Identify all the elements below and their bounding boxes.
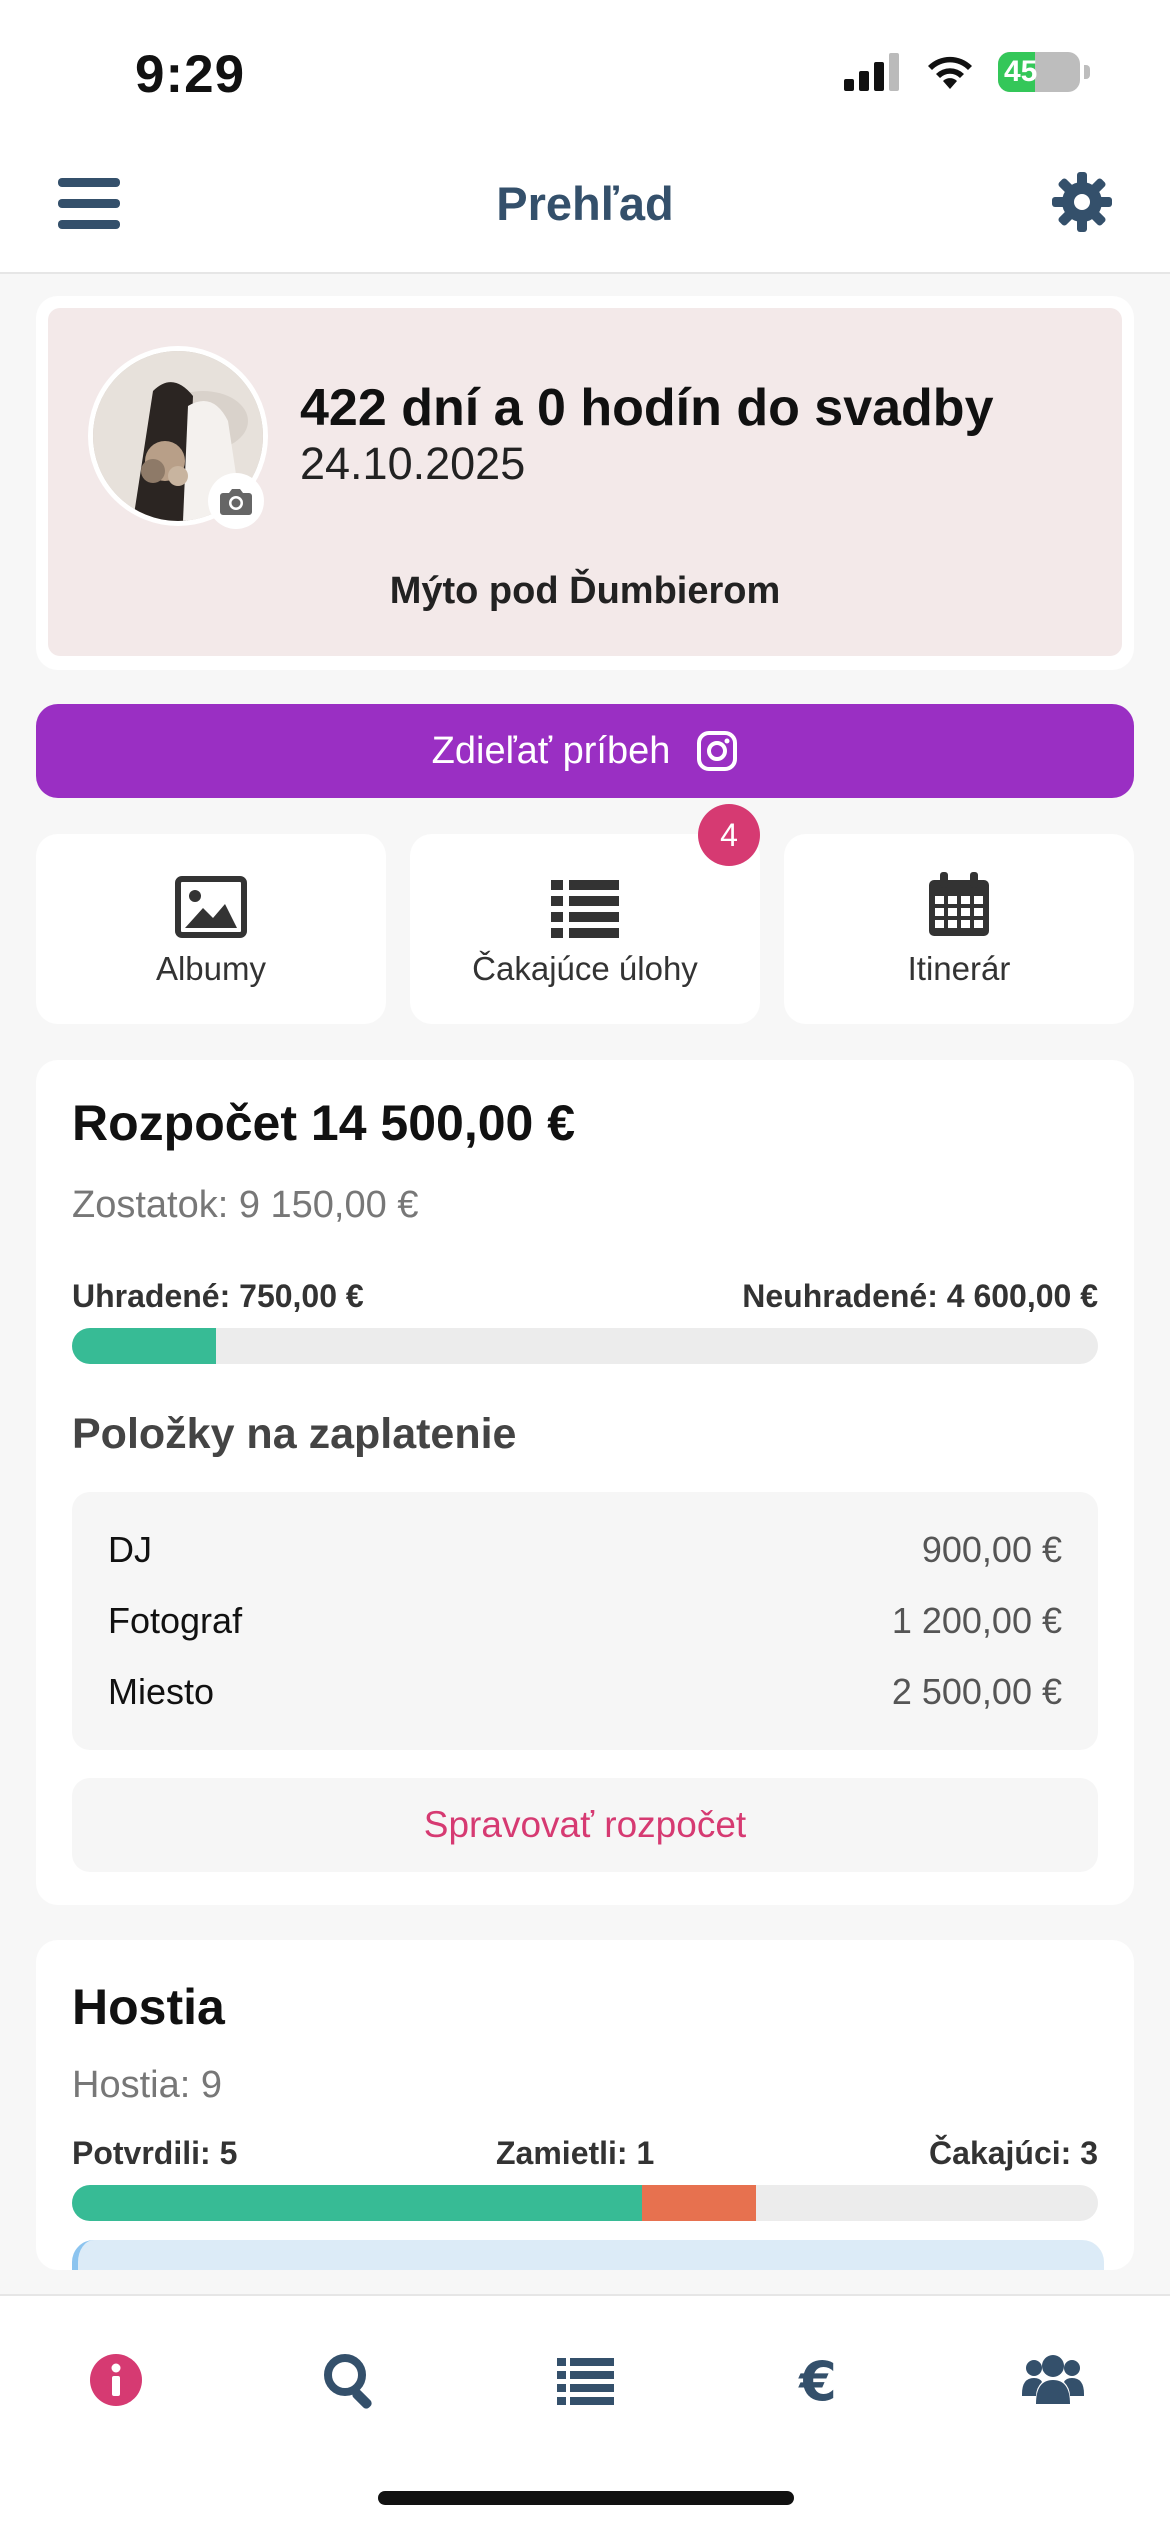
tile-pending-tasks-label: Čakajúce úlohy xyxy=(472,950,698,987)
wedding-date: 24.10.2025 xyxy=(300,438,526,489)
calendar-icon xyxy=(929,872,989,936)
item-amount: 2 500,00 € xyxy=(891,1671,1062,1712)
list-item[interactable]: Miesto 2 500,00 € xyxy=(108,1662,1062,1722)
camera-icon xyxy=(220,489,252,515)
budget-title: Rozpočet 14 500,00 € xyxy=(72,1095,576,1151)
list-icon xyxy=(551,880,619,938)
item-name: Miesto xyxy=(108,1671,215,1712)
confirmed-segment xyxy=(72,2185,643,2221)
list-item[interactable]: DJ 900,00 € xyxy=(108,1520,1062,1580)
info-icon[interactable] xyxy=(84,2348,148,2412)
tile-itinerary[interactable]: Itinerár xyxy=(784,834,1134,1024)
pending-tasks-badge: 4 xyxy=(698,804,760,866)
search-icon[interactable] xyxy=(318,2348,382,2412)
declined-segment xyxy=(642,2185,757,2221)
item-amount: 1 200,00 € xyxy=(891,1600,1062,1641)
unpaid-label: Neuhradené: 4 600,00 € xyxy=(742,1278,1098,1314)
tile-albums[interactable]: Albumy xyxy=(36,834,386,1024)
guests-title: Hostia xyxy=(72,1979,225,2035)
guests-progress-bar xyxy=(72,2185,1098,2221)
guests-info-banner xyxy=(72,2240,1104,2270)
battery-level: 45 xyxy=(1004,55,1038,88)
euro-icon[interactable]: € xyxy=(786,2348,850,2412)
wedding-venue: Mýto pod Ďumbierom xyxy=(389,570,781,612)
pending-label: Čakajúci: 3 xyxy=(929,2135,1098,2171)
share-story-label: Zdieľať príbeh xyxy=(431,729,671,772)
share-story-button[interactable]: Zdieľať príbeh xyxy=(36,704,1134,798)
list-icon[interactable] xyxy=(553,2348,617,2412)
guests-total: Hostia: 9 xyxy=(72,2064,222,2106)
status-time: 9:29 xyxy=(135,45,246,104)
budget-progress-bar xyxy=(72,1328,1098,1364)
status-icons: 45 xyxy=(844,52,1090,92)
users-icon[interactable] xyxy=(1020,2348,1086,2412)
wedding-countdown-card: 422 dní a 0 hodín do svadby 24.10.2025 M… xyxy=(48,308,1122,656)
paid-segment xyxy=(72,1328,216,1364)
budget-remaining: Zostatok: 9 150,00 € xyxy=(72,1184,419,1226)
guests-card: Hostia Hostia: 9 Potvrdili: 5 Zamietli: … xyxy=(36,1940,1134,2270)
svg-text:€: € xyxy=(797,2350,837,2412)
image-icon xyxy=(175,876,247,938)
budget-card: Rozpočet 14 500,00 € Zostatok: 9 150,00 … xyxy=(36,1060,1134,1905)
declined-label: Zamietli: 1 xyxy=(496,2135,655,2171)
item-amount: 900,00 € xyxy=(921,1529,1062,1570)
list-item[interactable]: Fotograf 1 200,00 € xyxy=(108,1591,1062,1651)
wedding-countdown: 422 dní a 0 hodín do svadby xyxy=(300,379,994,437)
status-bar: 9:29 45 xyxy=(0,0,1170,150)
change-photo-button[interactable] xyxy=(208,473,264,529)
nav-bar: Prehľad xyxy=(0,150,1170,274)
gear-icon[interactable] xyxy=(1050,170,1114,234)
item-name: DJ xyxy=(108,1529,152,1570)
signal-icon xyxy=(844,53,899,91)
battery-icon: 45 xyxy=(998,52,1080,92)
tile-albums-label: Albumy xyxy=(155,950,267,987)
home-indicator xyxy=(378,2491,794,2505)
battery-tip xyxy=(1084,65,1090,79)
wifi-icon xyxy=(928,56,972,89)
page-title: Prehľad xyxy=(496,177,674,230)
items-to-pay-list: DJ 900,00 € Fotograf 1 200,00 € Miesto 2… xyxy=(72,1492,1098,1750)
item-name: Fotograf xyxy=(108,1600,243,1641)
tile-itinerary-label: Itinerár xyxy=(907,950,1011,987)
paid-label: Uhradené: 750,00 € xyxy=(72,1278,364,1314)
manage-budget-button[interactable]: Spravovať rozpočet xyxy=(72,1778,1098,1872)
instagram-icon xyxy=(697,731,738,771)
items-to-pay-title: Položky na zaplatenie xyxy=(72,1410,517,1458)
tile-pending-tasks[interactable]: Čakajúce úlohy xyxy=(410,834,760,1024)
confirmed-label: Potvrdili: 5 xyxy=(72,2135,238,2171)
